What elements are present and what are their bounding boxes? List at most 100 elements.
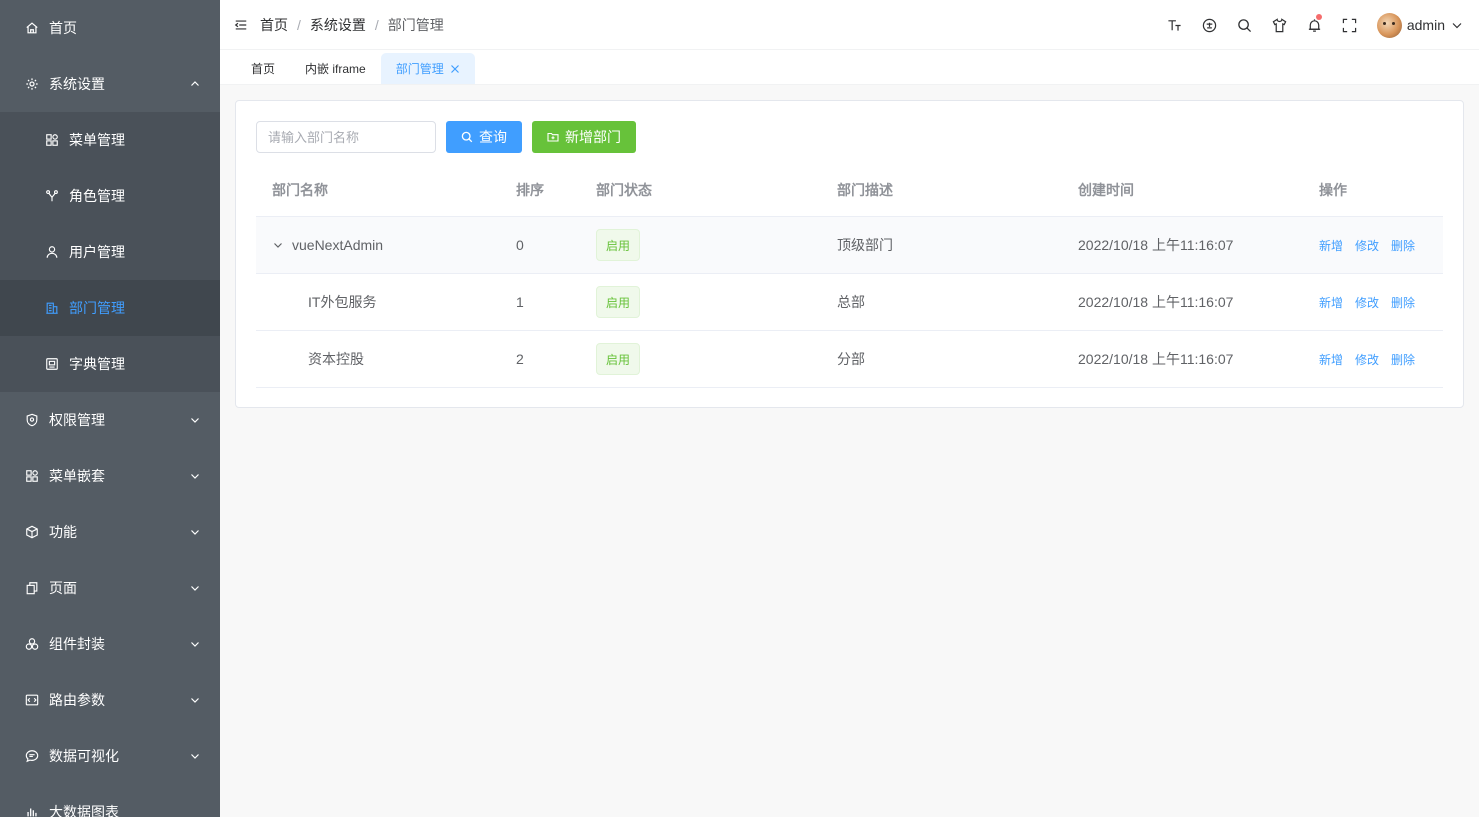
table-row: IT外包服务 1 启用 总部 2022/10/18 上午11:16:07 新增 … xyxy=(256,274,1443,331)
tag-iframe[interactable]: 内嵌 iframe xyxy=(290,53,381,84)
menu-item-label: 用户管理 xyxy=(69,244,125,260)
created-time: 2022/10/18 上午11:16:07 xyxy=(1078,294,1234,310)
department-name: 资本控股 xyxy=(308,351,364,367)
bar-chart-icon xyxy=(24,804,40,817)
table-row: vueNextAdmin 0 启用 顶级部门 2022/10/18 上午11:1… xyxy=(256,217,1443,274)
menu-item-permission-management[interactable]: 权限管理 xyxy=(0,392,220,448)
table-row: 资本控股 2 启用 分部 2022/10/18 上午11:16:07 新增 修改… xyxy=(256,331,1443,388)
office-icon xyxy=(44,300,60,316)
font-size-icon[interactable] xyxy=(1157,0,1192,50)
menu-item-user-management[interactable]: 用户管理 xyxy=(0,224,220,280)
user-icon xyxy=(44,244,60,260)
tag-label: 部门管理 xyxy=(395,62,444,76)
dict-icon xyxy=(44,356,60,372)
breadcrumb-item-current: 部门管理 xyxy=(387,16,444,33)
chevron-up-icon xyxy=(190,79,200,89)
delete-link[interactable]: 删除 xyxy=(1391,351,1415,368)
department-search-input[interactable] xyxy=(256,121,436,153)
menu-item-label: 组件封装 xyxy=(49,636,105,652)
bell-icon[interactable] xyxy=(1297,0,1332,50)
department-description: 顶级部门 xyxy=(837,237,893,253)
status-badge: 启用 xyxy=(596,343,641,375)
menu-item-label: 菜单管理 xyxy=(69,132,125,148)
add-department-button-label: 新增部门 xyxy=(565,129,621,145)
department-card: 查询 新增部门 部门名称 排序 部门状态 部门描述 创建时间 操作 vueNex… xyxy=(235,100,1464,408)
copy-icon xyxy=(24,580,40,596)
skin-icon[interactable] xyxy=(1262,0,1297,50)
role-icon xyxy=(44,188,60,204)
search-icon[interactable] xyxy=(1227,0,1262,50)
status-badge: 启用 xyxy=(596,286,641,318)
add-link[interactable]: 新增 xyxy=(1319,237,1343,254)
add-link[interactable]: 新增 xyxy=(1319,294,1343,311)
edit-link[interactable]: 修改 xyxy=(1355,237,1379,254)
edit-link[interactable]: 修改 xyxy=(1355,294,1379,311)
edit-link[interactable]: 修改 xyxy=(1355,351,1379,368)
menu-item-label: 路由参数 xyxy=(49,692,105,708)
tag-label: 内嵌 iframe xyxy=(305,62,366,76)
menu-item-role-management[interactable]: 角色管理 xyxy=(0,168,220,224)
menu-item-system-settings[interactable]: 系统设置 xyxy=(0,56,220,112)
department-sort: 1 xyxy=(516,294,524,310)
breadcrumb-separator: / xyxy=(374,16,379,33)
department-name: IT外包服务 xyxy=(308,294,377,310)
menu-item-data-visualization[interactable]: 数据可视化 xyxy=(0,728,220,784)
menu-item-pages[interactable]: 页面 xyxy=(0,560,220,616)
menu-item-big-data-charts[interactable]: 大数据图表 xyxy=(0,784,220,817)
column-header: 排序 xyxy=(516,182,544,198)
chevron-down-icon xyxy=(190,471,200,481)
fullscreen-icon[interactable] xyxy=(1332,0,1367,50)
gear-icon xyxy=(24,76,40,92)
column-header: 操作 xyxy=(1319,182,1347,198)
menu-item-features[interactable]: 功能 xyxy=(0,504,220,560)
user-dropdown[interactable]: admin xyxy=(1376,12,1463,38)
chevron-down-icon xyxy=(190,639,200,649)
column-header: 部门名称 xyxy=(272,182,328,198)
menu-item-label: 首页 xyxy=(49,20,77,36)
search-toolbar: 查询 新增部门 xyxy=(256,121,636,153)
menu-item-route-params[interactable]: 路由参数 xyxy=(0,672,220,728)
chat-icon xyxy=(24,748,40,764)
menu-item-department-management[interactable]: 部门管理 xyxy=(0,280,220,336)
username: admin xyxy=(1406,17,1445,33)
language-icon[interactable] xyxy=(1192,0,1227,50)
menu-item-menu-nesting[interactable]: 菜单嵌套 xyxy=(0,448,220,504)
breadcrumb-item[interactable]: 首页 xyxy=(260,15,288,35)
menu-item-label: 角色管理 xyxy=(69,188,125,204)
department-table: 部门名称 排序 部门状态 部门描述 创建时间 操作 vueNextAdmin 0… xyxy=(256,164,1443,388)
chevron-down-icon xyxy=(190,751,200,761)
query-button[interactable]: 查询 xyxy=(446,121,522,153)
menu-item-components[interactable]: 组件封装 xyxy=(0,616,220,672)
created-time: 2022/10/18 上午11:16:07 xyxy=(1078,351,1234,367)
menu-item-label: 大数据图表 xyxy=(49,804,119,817)
menu-item-label: 系统设置 xyxy=(49,76,105,92)
delete-link[interactable]: 删除 xyxy=(1391,237,1415,254)
column-header: 创建时间 xyxy=(1078,182,1134,198)
add-department-button[interactable]: 新增部门 xyxy=(532,121,636,153)
sidebar: 首页 系统设置 菜单管理 角色管理 用户管理 部门管理 字典管理 权限管理 菜单… xyxy=(0,0,220,817)
menu-item-label: 菜单嵌套 xyxy=(49,468,105,484)
grid-icon xyxy=(44,132,60,148)
created-time: 2022/10/18 上午11:16:07 xyxy=(1078,237,1234,253)
add-link[interactable]: 新增 xyxy=(1319,351,1343,368)
menu-item-label: 数据可视化 xyxy=(49,748,119,764)
close-icon[interactable] xyxy=(450,64,460,74)
column-header: 部门状态 xyxy=(596,182,652,198)
tag-home[interactable]: 首页 xyxy=(236,53,290,84)
breadcrumb-item[interactable]: 系统设置 xyxy=(310,15,366,35)
menu-toggle-icon[interactable] xyxy=(233,17,249,33)
menu-item-dictionary-management[interactable]: 字典管理 xyxy=(0,336,220,392)
avatar xyxy=(1376,12,1402,38)
delete-link[interactable]: 删除 xyxy=(1391,294,1415,311)
tag-department-management[interactable]: 部门管理 xyxy=(380,53,475,84)
search-icon xyxy=(461,131,473,143)
grid-icon xyxy=(24,468,40,484)
menu-item-home[interactable]: 首页 xyxy=(0,0,220,56)
chevron-down-icon xyxy=(190,583,200,593)
top-header: 首页 / 系统设置 / 部门管理 admin xyxy=(220,0,1479,50)
menu-item-menu-management[interactable]: 菜单管理 xyxy=(0,112,220,168)
chevron-down-icon xyxy=(190,527,200,537)
column-header: 部门描述 xyxy=(837,182,893,198)
expand-arrow-icon[interactable] xyxy=(272,239,284,251)
department-description: 总部 xyxy=(837,294,865,310)
